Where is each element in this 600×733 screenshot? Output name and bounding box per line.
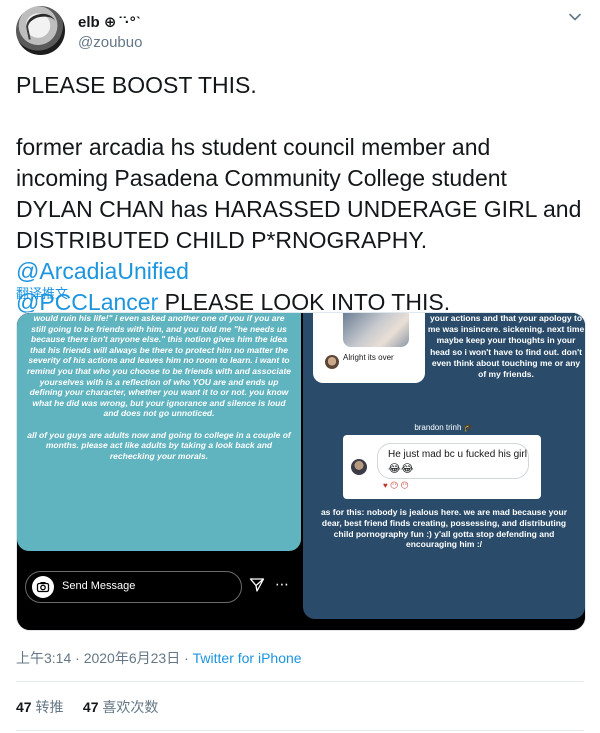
story-right-bottom-text: as for this: nobody is jealous here. we … [320, 507, 570, 550]
send-message-bar: Send Message [25, 571, 242, 603]
story-screenshot-left: would ruin his life!" i even asked anoth… [17, 313, 301, 551]
chat-card: Alright its over [313, 313, 425, 383]
story-right-top-text: your actions and that your apology to me… [427, 313, 585, 380]
chat-message-alright: Alright its over [343, 353, 394, 362]
dm-bubble: He just mad bc u fucked his girl 😂😂 [377, 443, 529, 479]
media-image-right[interactable]: Alright its over your actions and that y… [303, 313, 585, 630]
avatar[interactable] [16, 6, 65, 55]
laughing-emoji-icon: 😂😂 [388, 463, 414, 475]
retweet-label[interactable]: 转推 [35, 699, 63, 715]
tweet-text: PLEASE BOOST THIS. former arcadia hs stu… [16, 70, 584, 318]
source-link[interactable]: Twitter for iPhone [193, 650, 302, 666]
media-image-left[interactable]: would ruin his life!" i even asked anoth… [17, 313, 301, 630]
more-dots-icon: ⋯ [275, 576, 290, 592]
translate-tweet-link[interactable]: 翻译推文 [16, 283, 68, 302]
story-screenshot-right: Alright its over your actions and that y… [303, 313, 585, 619]
divider-bottom [16, 730, 584, 731]
display-name[interactable]: elb ⊕ ̇ ̇·°ˋ [78, 13, 141, 31]
chat-photo [343, 313, 409, 347]
tweet-meta: 上午3:14 · 2020年6月23日 · Twitter for iPhone [16, 648, 302, 668]
dm-message-card: He just mad bc u fucked his girl 😂😂 ♥ 😶 … [343, 435, 541, 499]
like-count[interactable]: 47 [83, 699, 99, 715]
mention-arcadiaunified[interactable]: @ArcadiaUnified [16, 258, 189, 284]
dm-bubble-text: He just mad bc u fucked his girl [388, 449, 527, 460]
tweet-line1: PLEASE BOOST THIS. [16, 72, 257, 98]
camera-icon [32, 576, 54, 598]
tweet-body: former arcadia hs student council member… [16, 134, 588, 253]
media-grid: would ruin his life!" i even asked anoth… [16, 312, 586, 631]
tweet-header: elb ⊕ ̇ ̇·°ˋ @zoubuo [16, 6, 584, 58]
send-message-label: Send Message [62, 580, 136, 592]
paper-plane-icon [249, 578, 265, 592]
like-label[interactable]: 喜欢次数 [102, 699, 158, 715]
reaction-icons: ♥ 😶 😶 [383, 481, 409, 490]
chevron-down-icon[interactable] [568, 10, 582, 24]
tweet-stats: 47 转推 47 喜欢次数 [16, 697, 158, 717]
retweet-count[interactable]: 47 [16, 699, 32, 715]
dm-avatar [351, 459, 367, 475]
divider-top [16, 681, 584, 682]
graduation-cap-icon: 🎓 [463, 423, 474, 432]
dm-username: brandon trinh 🎓 [303, 423, 585, 432]
dm-username-text: brandon trinh [414, 423, 462, 432]
user-handle[interactable]: @zoubuo [78, 34, 142, 51]
timestamp[interactable]: 上午3:14 · 2020年6月23日 · [16, 650, 193, 666]
chat-avatar [325, 355, 339, 369]
story-left-text: would ruin his life!" i even asked anoth… [27, 313, 292, 461]
